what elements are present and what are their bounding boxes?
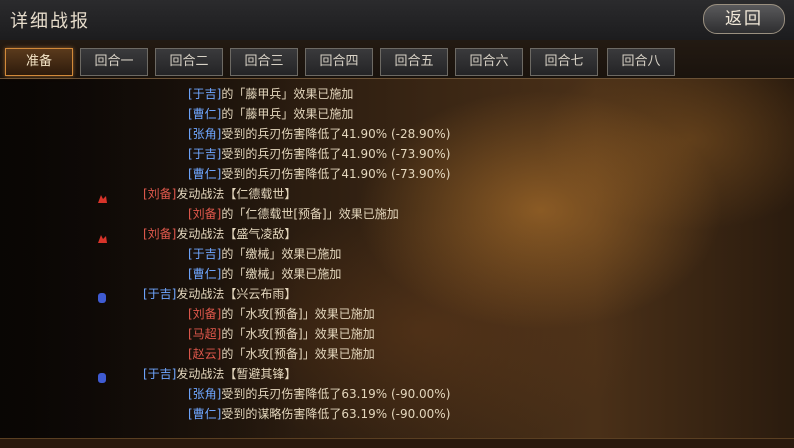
log-text: 受到的兵刃伤害降低了41.90% (-73.90%) (221, 147, 451, 161)
general-name: [马超] (188, 327, 222, 341)
tab-round-3[interactable]: 回合三 (230, 48, 298, 76)
general-name: [于吉] (143, 287, 177, 301)
tab-round-6[interactable]: 回合六 (455, 48, 523, 76)
log-line: [于吉]发动战法【兴云布雨】 (143, 284, 296, 304)
log-text: 发动战法【兴云布雨】 (176, 287, 297, 301)
log-line: [赵云]的「水攻[预备]」效果已施加 (188, 344, 375, 364)
back-button[interactable]: 返回 (703, 4, 785, 34)
shield-icon (97, 369, 107, 383)
tab-round-2[interactable]: 回合二 (155, 48, 223, 76)
general-name: [赵云] (188, 347, 222, 361)
battle-log[interactable]: [于吉]的「藤甲兵」效果已施加 [曹仁]的「藤甲兵」效果已施加 [张角]受到的兵… (0, 80, 794, 440)
general-name: [曹仁] (188, 167, 222, 181)
log-text: 发动战法【盛气凌敌】 (176, 227, 297, 241)
general-name: [曹仁] (188, 267, 222, 281)
log-text: 的「藤甲兵」效果已施加 (221, 107, 354, 121)
general-name: [曹仁] (188, 107, 222, 121)
log-text: 受到的兵刃伤害降低了41.90% (-28.90%) (221, 127, 451, 141)
log-line: [于吉]的「缴械」效果已施加 (188, 244, 341, 264)
log-line: [于吉]受到的兵刃伤害降低了41.90% (-73.90%) (188, 144, 450, 164)
general-name: [于吉] (188, 87, 222, 101)
page-title: 详细战报 (10, 11, 90, 32)
log-text: 的「水攻[预备]」效果已施加 (221, 347, 375, 361)
tab-round-5[interactable]: 回合五 (380, 48, 448, 76)
log-text: 的「藤甲兵」效果已施加 (221, 87, 354, 101)
log-line: [马超]的「水攻[预备]」效果已施加 (188, 324, 375, 344)
log-text: 的「水攻[预备]」效果已施加 (221, 307, 375, 321)
log-line: [刘备]发动战法【盛气凌敌】 (143, 224, 296, 244)
log-line: [于吉]发动战法【暂避其锋】 (143, 364, 296, 384)
shield-icon (97, 289, 107, 303)
log-text: 的「仁德载世[预备]」效果已施加 (221, 207, 399, 221)
log-line: [曹仁]受到的兵刃伤害降低了41.90% (-73.90%) (188, 164, 450, 184)
general-name: [于吉] (188, 147, 222, 161)
log-text: 发动战法【仁德载世】 (176, 187, 297, 201)
log-line: [曹仁]受到的谋略伤害降低了63.19% (-90.00%) (188, 404, 450, 424)
log-text: 的「水攻[预备]」效果已施加 (221, 327, 375, 341)
log-text: 发动战法【暂避其锋】 (176, 367, 297, 381)
general-name: [于吉] (143, 367, 177, 381)
log-text: 受到的兵刃伤害降低了41.90% (-73.90%) (221, 167, 451, 181)
tab-round-8[interactable]: 回合八 (607, 48, 675, 76)
general-name: [刘备] (188, 207, 222, 221)
log-line: [刘备]的「水攻[预备]」效果已施加 (188, 304, 375, 324)
round-tabs: 准备 回合一 回合二 回合三 回合四 回合五 回合六 回合七 回合八 (0, 40, 794, 79)
general-name: [刘备] (143, 227, 177, 241)
tab-round-4[interactable]: 回合四 (305, 48, 373, 76)
general-name: [于吉] (188, 247, 222, 261)
general-name: [张角] (188, 127, 222, 141)
log-line: [曹仁]的「缴械」效果已施加 (188, 264, 341, 284)
log-line: [曹仁]的「藤甲兵」效果已施加 (188, 104, 353, 124)
tab-prepare[interactable]: 准备 (5, 48, 73, 76)
log-line: [张角]受到的兵刃伤害降低了63.19% (-90.00%) (188, 384, 450, 404)
log-line: [张角]受到的兵刃伤害降低了41.90% (-28.90%) (188, 124, 450, 144)
general-name: [刘备] (188, 307, 222, 321)
tab-round-1[interactable]: 回合一 (80, 48, 148, 76)
log-text: 受到的兵刃伤害降低了63.19% (-90.00%) (221, 387, 451, 401)
log-line: [刘备]发动战法【仁德载世】 (143, 184, 296, 204)
log-line: [刘备]的「仁德载世[预备]」效果已施加 (188, 204, 399, 224)
header-bar: 详细战报 返回 (0, 0, 794, 41)
general-name: [张角] (188, 387, 222, 401)
log-text: 的「缴械」效果已施加 (221, 247, 342, 261)
log-line: [于吉]的「藤甲兵」效果已施加 (188, 84, 353, 104)
flame-icon (96, 189, 107, 203)
tab-round-7[interactable]: 回合七 (530, 48, 598, 76)
log-text: 的「缴械」效果已施加 (221, 267, 342, 281)
flame-icon (96, 229, 107, 243)
general-name: [刘备] (143, 187, 177, 201)
log-text: 受到的谋略伤害降低了63.19% (-90.00%) (221, 407, 451, 421)
general-name: [曹仁] (188, 407, 222, 421)
